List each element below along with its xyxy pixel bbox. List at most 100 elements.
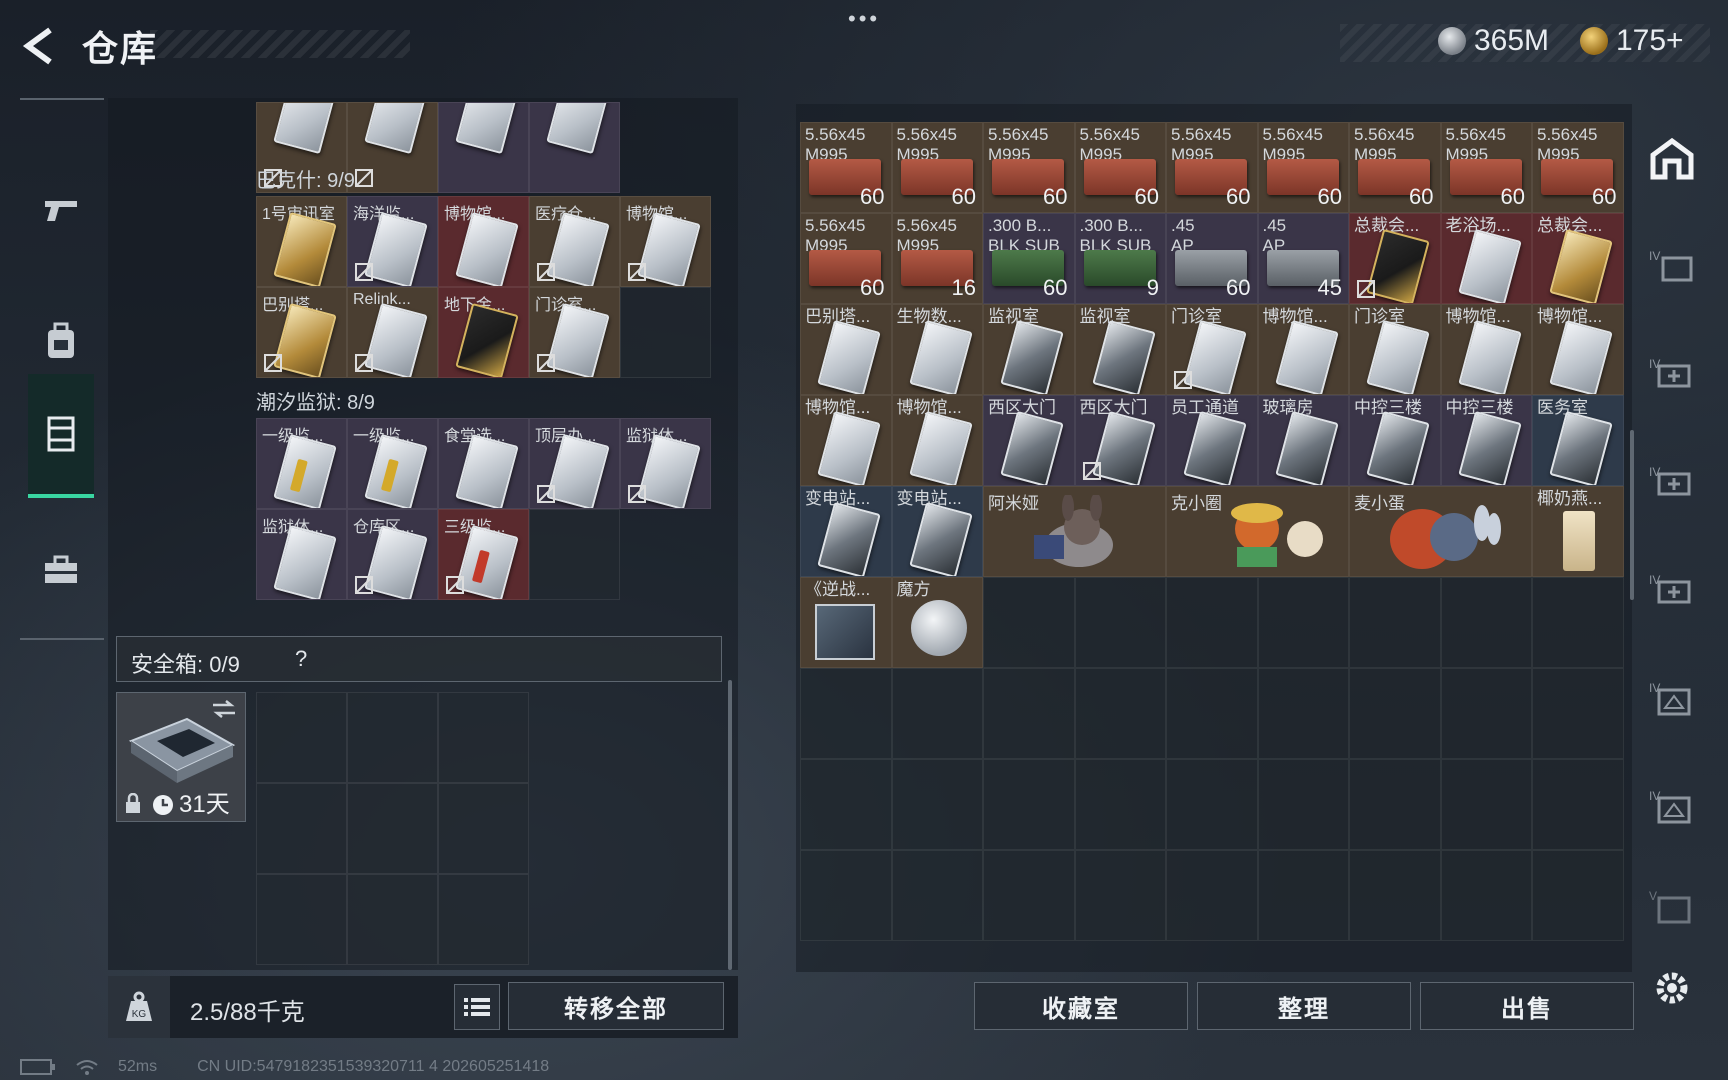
weight-lock-button[interactable]: KG xyxy=(108,976,170,1038)
settings-button[interactable] xyxy=(1646,962,1698,1014)
ammo-slot[interactable]: 5.56x45 M995 60 xyxy=(1166,122,1258,213)
rr-home[interactable] xyxy=(1646,134,1698,186)
collection-room-button[interactable]: 收藏室 xyxy=(974,982,1188,1030)
item-slot[interactable]: 医疗仓... xyxy=(529,196,620,287)
unbound-icon xyxy=(537,485,555,503)
item-slot[interactable]: 海洋监... xyxy=(347,196,438,287)
keycard-slot[interactable]: 生物数... xyxy=(891,304,983,395)
empty-slot[interactable] xyxy=(256,783,347,874)
collectible-kexiaoquan[interactable]: 克小圈 xyxy=(1166,486,1349,577)
empty-slot[interactable] xyxy=(529,509,620,600)
keycard-slot[interactable]: 门诊室 xyxy=(1349,304,1441,395)
empty-slot[interactable] xyxy=(256,692,347,783)
empty-slot[interactable] xyxy=(438,692,529,783)
ammo-slot[interactable]: 5.56x45 M995 60 xyxy=(1257,122,1349,213)
keycard-slot[interactable]: 门诊室 xyxy=(1166,304,1258,395)
list-view-button[interactable] xyxy=(454,984,500,1030)
ammo-slot[interactable]: 5.56x45 M995 60 xyxy=(1074,122,1166,213)
item-slot[interactable]: 一级监... xyxy=(256,418,347,509)
keycard-slot[interactable]: 博物馆... xyxy=(800,395,892,486)
collectible-amiya[interactable]: 阿米娅 xyxy=(983,486,1166,577)
keycard-slot[interactable]: 医务室 xyxy=(1532,395,1624,486)
empty-slot[interactable] xyxy=(438,783,529,874)
back-arrow-icon[interactable] xyxy=(20,26,60,66)
collectible-slot[interactable]: 魔方 xyxy=(891,577,983,668)
rr-tab-7[interactable]: V xyxy=(1646,880,1698,932)
nav-weapons[interactable] xyxy=(28,150,94,270)
item-slot[interactable]: 1号审讯室 xyxy=(256,196,347,287)
rr-tab-3[interactable]: IV xyxy=(1646,456,1698,508)
ammo-slot[interactable]: 5.56x45 M995 60 xyxy=(800,122,892,213)
collectible-slot[interactable]: 椰奶燕... xyxy=(1532,486,1624,577)
empty-slot[interactable] xyxy=(256,874,347,965)
keycard-slot[interactable]: 中控三楼 xyxy=(1440,395,1532,486)
item-slot[interactable]: 巴别塔... xyxy=(256,287,347,378)
nav-warehouse[interactable] xyxy=(28,374,94,498)
rr-tab-2[interactable]: IV xyxy=(1646,348,1698,400)
empty-slot[interactable] xyxy=(347,874,438,965)
ammo-slot[interactable]: 5.56x45 M995 60 xyxy=(1532,122,1624,213)
keycard-slot[interactable]: 西区大门 xyxy=(1074,395,1166,486)
item-slot[interactable]: 监狱休... xyxy=(620,418,711,509)
more-menu-icon[interactable]: ••• xyxy=(848,6,880,32)
keycard-slot[interactable]: 总裁会... xyxy=(1349,213,1441,304)
item-slot[interactable]: 食堂选... xyxy=(438,418,529,509)
rr-tab-6[interactable]: IV xyxy=(1646,780,1698,832)
item-slot[interactable]: 顶层办... xyxy=(529,418,620,509)
swap-icon[interactable] xyxy=(211,699,237,719)
rr-tab-5[interactable]: IV xyxy=(1646,672,1698,724)
sort-button[interactable]: 整理 xyxy=(1197,982,1411,1030)
transfer-all-button[interactable]: 转移全部 xyxy=(508,982,724,1030)
ammo-slot[interactable]: .45 AP 60 xyxy=(1166,213,1258,304)
currency-gold[interactable]: 175+ xyxy=(1580,24,1684,58)
ammo-slot[interactable]: .300 B... BLK SUB 9 xyxy=(1074,213,1166,304)
item-slot[interactable]: 地下金... xyxy=(438,287,529,378)
item-slot[interactable]: Relink... xyxy=(347,287,438,378)
item-slot[interactable]: 仓库区... xyxy=(347,509,438,600)
keycard-slot[interactable]: 监视室 xyxy=(1074,304,1166,395)
safebox-item[interactable]: 31天 xyxy=(116,692,246,822)
collectible-slot[interactable]: 《逆战... xyxy=(800,577,892,668)
help-icon[interactable]: ? xyxy=(295,646,307,672)
item-slot[interactable]: 监狱休... xyxy=(256,509,347,600)
ammo-slot[interactable]: 5.56x45 M995 60 xyxy=(1349,122,1441,213)
safebox-label: 安全箱: 0/9 xyxy=(131,652,240,677)
keycard-slot[interactable]: 中控三楼 xyxy=(1349,395,1441,486)
empty-slot[interactable] xyxy=(438,874,529,965)
keycard-slot[interactable]: 博物馆... xyxy=(1440,304,1532,395)
ammo-slot[interactable]: 5.56x45 M995 60 xyxy=(1440,122,1532,213)
left-scrollbar[interactable] xyxy=(728,680,732,970)
keycard-slot[interactable]: 监视室 xyxy=(983,304,1075,395)
item-slot[interactable]: 一级监... xyxy=(347,418,438,509)
sell-button[interactable]: 出售 xyxy=(1420,982,1634,1030)
rr-tab-4[interactable]: IV xyxy=(1646,564,1698,616)
right-scrollbar[interactable] xyxy=(1630,430,1634,600)
ammo-slot[interactable]: 5.56x45 M995 60 xyxy=(800,213,892,304)
keycard-slot[interactable]: 博物馆... xyxy=(1532,304,1624,395)
empty-slot[interactable] xyxy=(620,287,711,378)
ammo-slot[interactable]: .300 B... BLK SUB 60 xyxy=(983,213,1075,304)
keycard-slot[interactable]: 博物馆... xyxy=(891,395,983,486)
ammo-slot[interactable]: 5.56x45 M995 60 xyxy=(891,122,983,213)
empty-slot[interactable] xyxy=(347,692,438,783)
nav-toolbox[interactable] xyxy=(28,510,94,630)
collectible-maixiaodan[interactable]: 麦小蛋 xyxy=(1349,486,1532,577)
keycard-slot[interactable]: 西区大门 xyxy=(983,395,1075,486)
rr-tab-1[interactable]: IV xyxy=(1646,240,1698,292)
keycard-slot[interactable]: 老浴场... xyxy=(1440,213,1532,304)
ammo-slot[interactable]: .45 AP 45 xyxy=(1257,213,1349,304)
keycard-slot[interactable]: 玻璃房 xyxy=(1257,395,1349,486)
keycard-slot[interactable]: 变电站... xyxy=(891,486,983,577)
item-slot[interactable]: 博物馆... xyxy=(620,196,711,287)
keycard-slot[interactable]: 博物馆... xyxy=(1257,304,1349,395)
empty-slot[interactable] xyxy=(347,783,438,874)
item-slot[interactable]: 博物馆... xyxy=(438,196,529,287)
keycard-slot[interactable]: 变电站... xyxy=(800,486,892,577)
item-slot[interactable]: 门诊室... xyxy=(529,287,620,378)
keycard-slot[interactable]: 员工通道 xyxy=(1166,395,1258,486)
keycard-slot[interactable]: 总裁会... xyxy=(1532,213,1624,304)
ammo-slot[interactable]: 5.56x45 M995 16 xyxy=(891,213,983,304)
item-slot[interactable]: 三级监... xyxy=(438,509,529,600)
keycard-slot[interactable]: 巴别塔... xyxy=(800,304,892,395)
ammo-slot[interactable]: 5.56x45 M995 60 xyxy=(983,122,1075,213)
